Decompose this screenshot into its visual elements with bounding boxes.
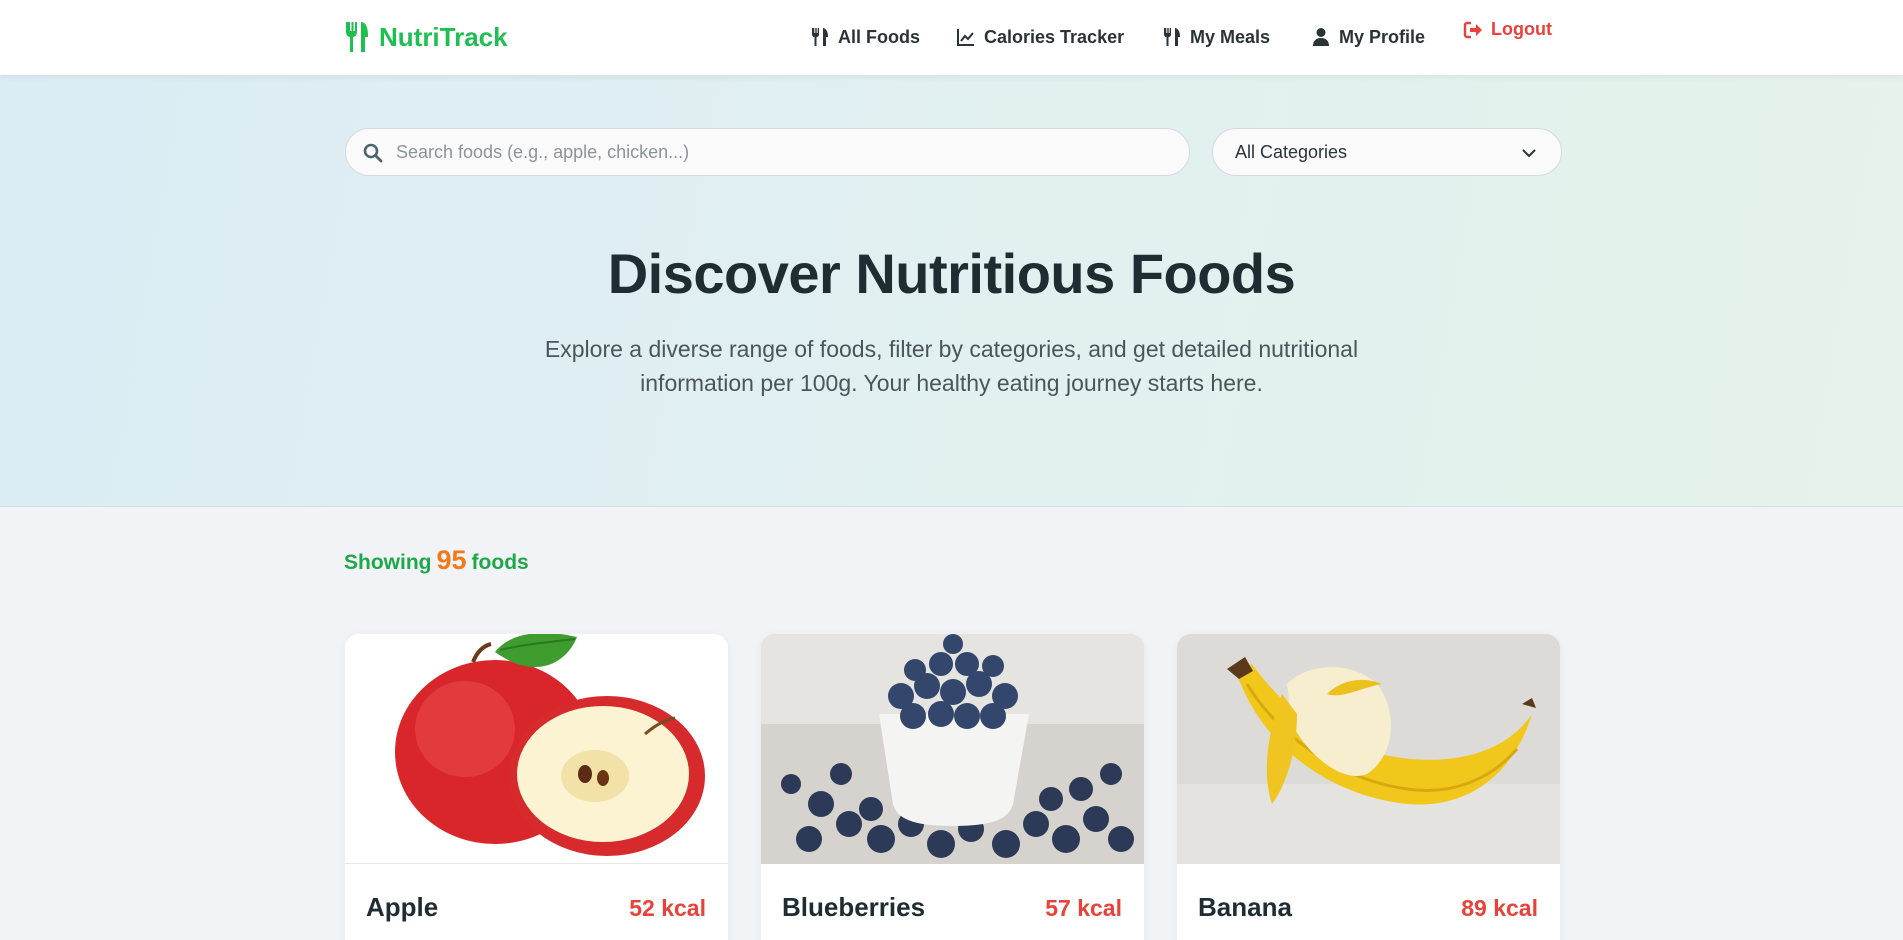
chevron-down-icon: [1522, 149, 1536, 158]
hero-section: All Categories Discover Nutritious Foods…: [0, 75, 1903, 507]
food-card[interactable]: Banana 89 kcal: [1177, 634, 1560, 940]
brand-name: NutriTrack: [379, 21, 508, 52]
nav-label: My Meals: [1190, 26, 1271, 47]
utensils-icon: [812, 28, 828, 46]
food-image-banana: [1177, 634, 1560, 864]
food-card[interactable]: Apple 52 kcal: [345, 634, 728, 940]
food-image-blueberries: [761, 634, 1144, 864]
food-name: Blueberries: [782, 892, 926, 922]
utensils-icon: [346, 22, 368, 52]
results-number: 95: [436, 545, 467, 575]
results-prefix: Showing: [344, 551, 432, 574]
nav-all-foods[interactable]: All Foods: [810, 27, 920, 48]
nav-label: My Profile: [1339, 26, 1426, 47]
search-input[interactable]: [396, 129, 1176, 175]
sign-out-icon: [1463, 21, 1482, 38]
search-box[interactable]: [345, 128, 1190, 176]
page-title: Discover Nutritious Foods: [607, 242, 1296, 305]
food-kcal: 89 kcal: [1461, 895, 1538, 921]
food-kcal: 52 kcal: [629, 895, 706, 921]
results-suffix: foods: [471, 551, 529, 574]
user-icon: [1313, 28, 1329, 46]
nav-label: Logout: [1491, 19, 1552, 39]
nav-calories-tracker[interactable]: Calories Tracker: [956, 27, 1124, 48]
line-chart-icon: [957, 29, 974, 46]
nav-my-meals[interactable]: My Meals: [1162, 27, 1270, 48]
search-icon: [363, 143, 383, 163]
nav-my-profile[interactable]: My Profile: [1311, 27, 1425, 48]
food-image-apple: [345, 634, 728, 864]
nav-label: Calories Tracker: [984, 26, 1125, 47]
category-selected-value: All Categories: [1235, 141, 1348, 162]
page-subtitle: Explore a diverse range of foods, filter…: [544, 336, 1359, 396]
brand-logo[interactable]: NutriTrack: [343, 19, 508, 55]
nav-logout[interactable]: Logout: [1463, 19, 1552, 40]
utensils-icon: [1164, 28, 1180, 46]
nav-label: All Foods: [838, 26, 920, 47]
food-kcal: 57 kcal: [1045, 895, 1122, 921]
food-name: Banana: [1198, 892, 1292, 922]
food-name: Apple: [366, 892, 439, 922]
food-card[interactable]: Blueberries 57 kcal: [761, 634, 1144, 940]
category-select[interactable]: All Categories: [1212, 128, 1562, 176]
top-navbar: NutriTrack All Foods Calories Tracker My…: [0, 0, 1903, 75]
results-count: Showing 95 foods: [344, 545, 529, 576]
